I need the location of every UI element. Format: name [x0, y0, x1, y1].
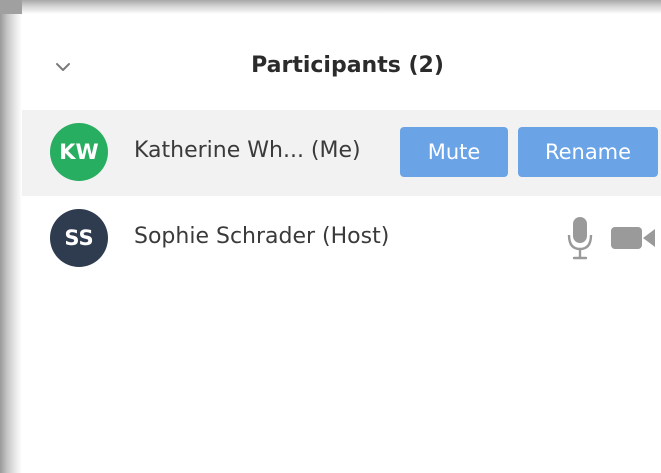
- panel-header: Participants (2): [22, 14, 661, 110]
- panel-title: Participants (2): [251, 53, 444, 78]
- participant-name: Katherine Wh... (Me): [134, 138, 361, 163]
- participant-row[interactable]: KW Katherine Wh... (Me) Mute Rename: [22, 110, 661, 196]
- avatar: SS: [50, 209, 108, 267]
- window-shadow-corner: [0, 0, 22, 14]
- participant-row[interactable]: SS Sophie Schrader (Host): [22, 196, 661, 282]
- participants-window: Participants (2) KW Katherine Wh... (Me)…: [0, 0, 661, 473]
- window-shadow-left: [0, 0, 22, 473]
- rename-button[interactable]: Rename: [518, 127, 658, 177]
- window-shadow-top: [0, 0, 661, 14]
- avatar: KW: [50, 123, 108, 181]
- microphone-icon[interactable]: [567, 216, 593, 260]
- video-camera-icon[interactable]: [611, 225, 655, 251]
- mute-button[interactable]: Mute: [400, 127, 508, 177]
- participants-panel: Participants (2) KW Katherine Wh... (Me)…: [22, 14, 661, 473]
- participant-name: Sophie Schrader (Host): [134, 224, 390, 249]
